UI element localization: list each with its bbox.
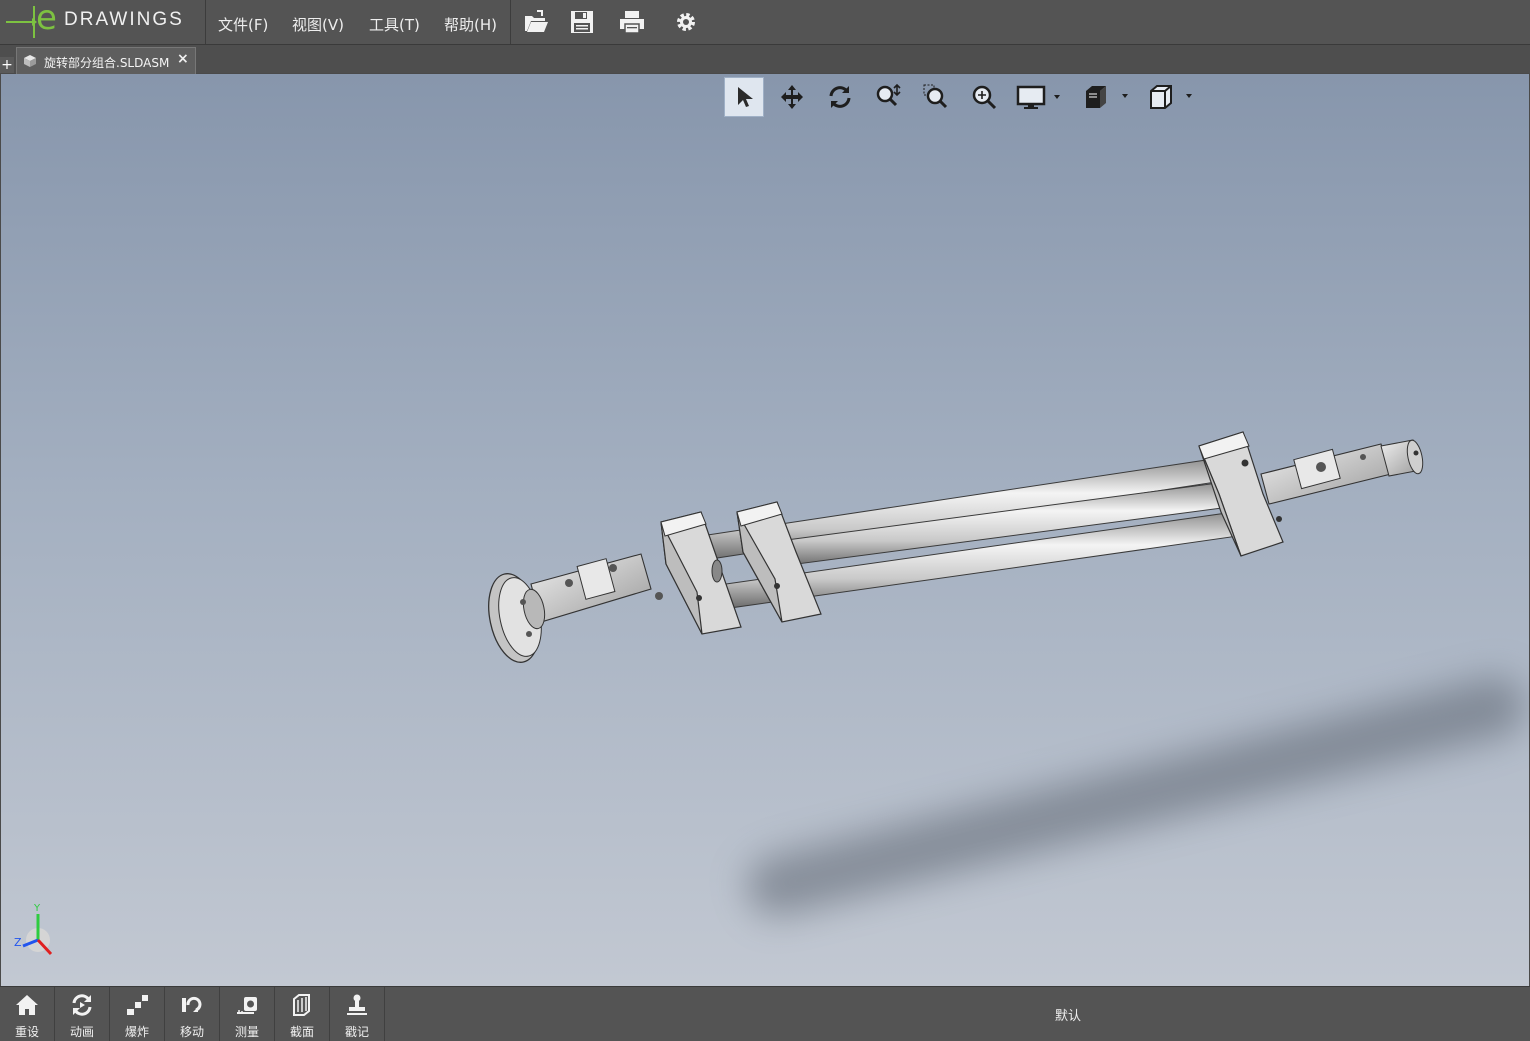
document-tab-bar: + 旋转部分组合.SLDASM ×	[0, 45, 1530, 74]
new-tab-button[interactable]: +	[0, 57, 14, 73]
explode-icon	[123, 993, 151, 1017]
axis-z-label: Z	[14, 936, 22, 949]
menu-help[interactable]: 帮助(H)	[444, 14, 497, 35]
animate-icon	[68, 993, 96, 1017]
left-universal-joint	[488, 553, 663, 663]
logo-e: e	[36, 0, 57, 38]
animate-label: 动画	[69, 1025, 94, 1039]
menu-tools[interactable]: 工具(T)	[369, 14, 420, 35]
bottom-toolbar: 重设 动画 爆炸 移动 测量 截面 戳记 默认	[0, 986, 1530, 1041]
move-icon	[178, 993, 206, 1017]
stamp-icon	[343, 993, 371, 1017]
move-label: 移动	[179, 1025, 204, 1039]
reset-label: 重设	[14, 1025, 39, 1039]
home-icon	[13, 993, 41, 1017]
reset-button[interactable]: 重设	[0, 987, 55, 1041]
logo-bar	[33, 6, 35, 38]
explode-button[interactable]: 爆炸	[110, 987, 165, 1041]
measure-button[interactable]: 测量	[220, 987, 275, 1041]
axis-y-label: Y	[33, 903, 41, 914]
menu-separator	[510, 0, 511, 44]
section-label: 截面	[289, 1025, 314, 1039]
settings-icon[interactable]	[672, 8, 700, 36]
section-button[interactable]: 截面	[275, 987, 330, 1041]
stamp-button[interactable]: 戳记	[330, 987, 385, 1041]
menu-view[interactable]: 视图(V)	[292, 14, 344, 35]
right-universal-joint	[1260, 439, 1424, 505]
open-icon[interactable]	[522, 8, 550, 36]
close-tab-icon[interactable]: ×	[177, 51, 189, 67]
stamp-label: 戳记	[344, 1025, 369, 1039]
document-tab[interactable]: 旋转部分组合.SLDASM ×	[16, 47, 196, 74]
measure-icon	[233, 993, 261, 1017]
3d-viewport[interactable]: Y Z	[1, 74, 1529, 986]
edrawings-logo: e DRAWINGS	[0, 0, 206, 44]
logo-text: DRAWINGS	[64, 9, 184, 30]
animate-button[interactable]: 动画	[55, 987, 110, 1041]
configuration-status: 默认	[1055, 1009, 1082, 1024]
assembly-icon	[24, 55, 36, 67]
move-button[interactable]: 移动	[165, 987, 220, 1041]
document-tab-label: 旋转部分组合.SLDASM	[44, 56, 170, 70]
axis-triad: Y Z	[14, 903, 53, 956]
logo-arrow	[6, 18, 37, 26]
measure-label: 测量	[234, 1025, 259, 1039]
top-bar: e DRAWINGS 文件(F) 视图(V) 工具(T) 帮助(H)	[0, 0, 1530, 45]
save-icon[interactable]	[568, 8, 596, 36]
assembly-model[interactable]	[1, 74, 1529, 986]
section-icon	[288, 993, 316, 1017]
menu-file[interactable]: 文件(F)	[218, 14, 268, 35]
print-icon[interactable]	[618, 8, 646, 36]
explode-label: 爆炸	[124, 1025, 149, 1039]
